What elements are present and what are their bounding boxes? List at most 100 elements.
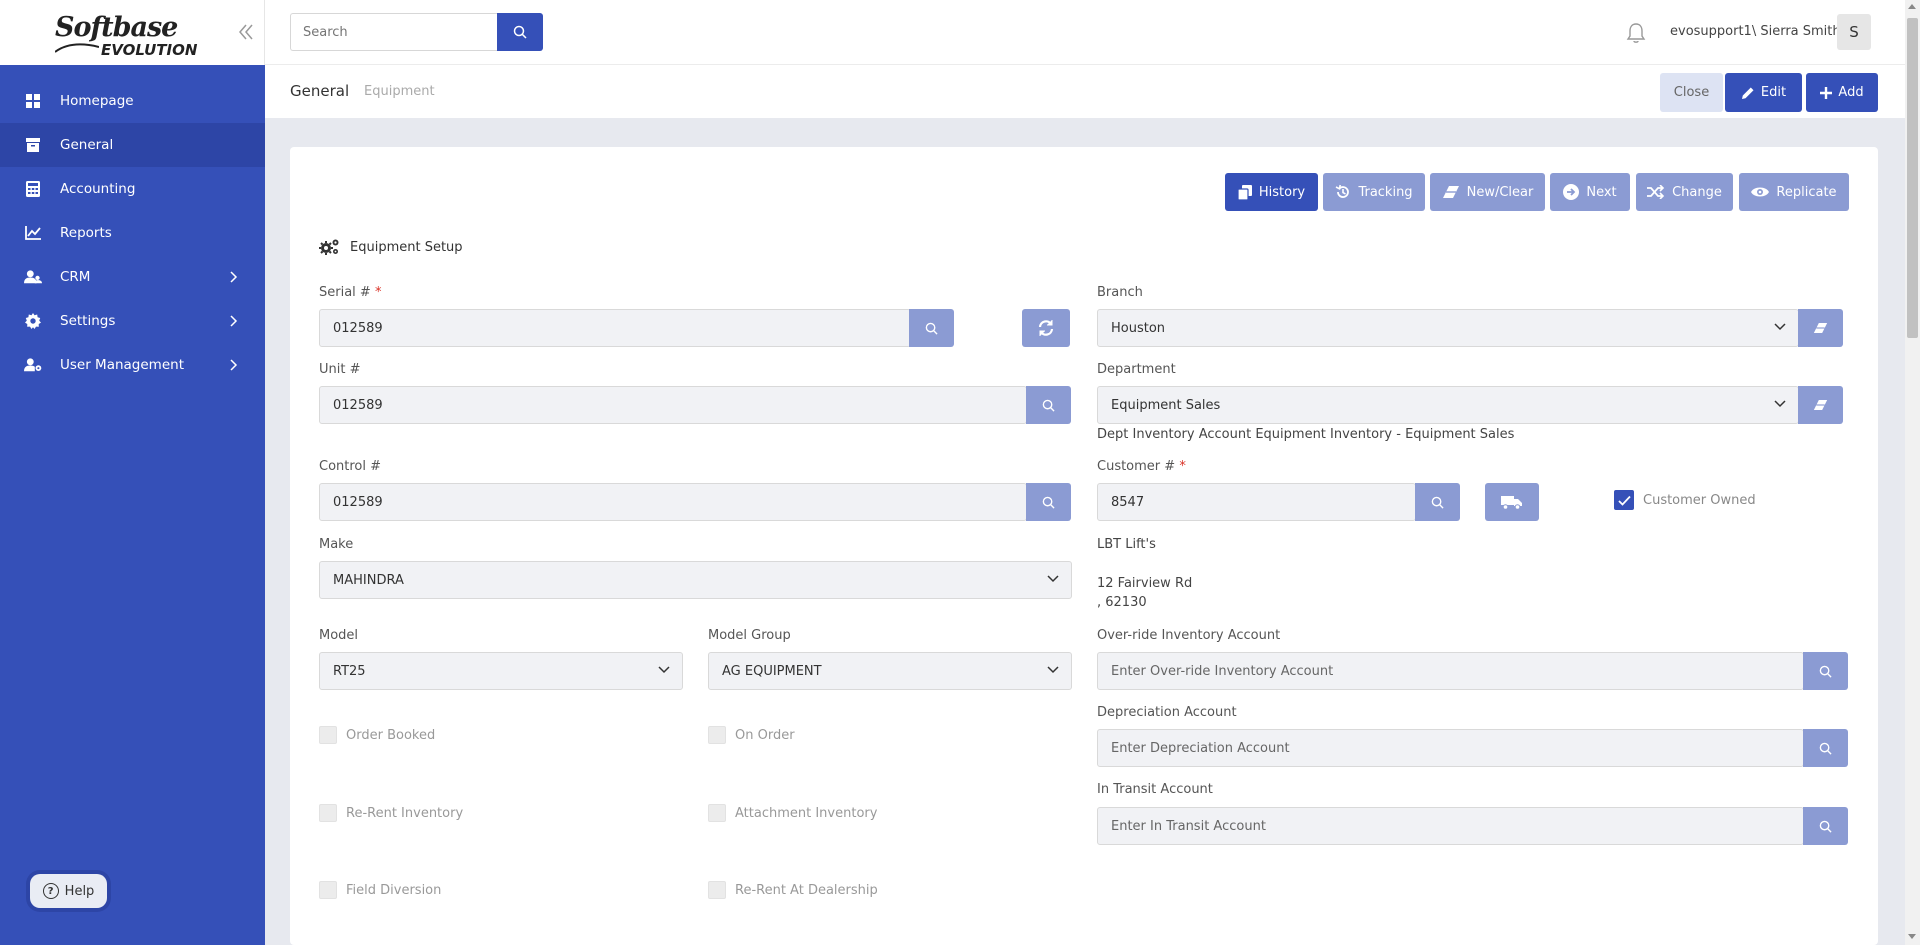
user-name[interactable]: evosupport1\ Sierra Smith — [1670, 24, 1841, 39]
make-select[interactable]: MAHINDRA — [319, 561, 1072, 599]
sidebar-item-label: Accounting — [60, 181, 136, 197]
model-group-value: AG EQUIPMENT — [722, 663, 822, 679]
logo-text-evolution: EVOLUTION — [101, 41, 198, 59]
control-value: 012589 — [333, 494, 383, 510]
tracking-button[interactable]: Tracking — [1323, 173, 1425, 211]
sidebar-item-homepage[interactable]: Homepage — [0, 79, 265, 123]
users-icon — [24, 268, 42, 286]
chevron-right-icon — [230, 359, 238, 371]
next-button[interactable]: Next — [1550, 173, 1630, 211]
search-button[interactable] — [497, 13, 543, 51]
search-icon — [1431, 496, 1444, 509]
chevron-down-icon — [1774, 323, 1786, 331]
on-order-checkbox[interactable]: On Order — [708, 726, 795, 744]
sidebar-nav: Homepage General Accounting Reports CRM — [0, 79, 265, 387]
sidebar-item-label: Settings — [60, 313, 116, 329]
sidebar-item-crm[interactable]: CRM — [0, 255, 265, 299]
dept-inventory-note: Dept Inventory Account Equipment Invento… — [1097, 427, 1515, 442]
make-label: Make — [319, 537, 354, 552]
customer-search-button[interactable] — [1415, 483, 1460, 521]
sidebar-item-settings[interactable]: Settings — [0, 299, 265, 343]
depreciation-search-button[interactable] — [1803, 729, 1848, 767]
re-rent-inventory-checkbox[interactable]: Re-Rent Inventory — [319, 804, 463, 822]
serial-label: Serial # * — [319, 285, 381, 300]
department-label: Department — [1097, 362, 1176, 377]
branch-select[interactable]: Houston — [1097, 309, 1799, 347]
help-button[interactable]: ? Help — [30, 874, 107, 908]
edit-button-label: Edit — [1760, 85, 1787, 100]
collapse-sidebar-icon[interactable] — [237, 22, 255, 42]
re-rent-at-dealership-checkbox[interactable]: Re-Rent At Dealership — [708, 881, 878, 899]
control-search-button[interactable] — [1026, 483, 1071, 521]
sidebar: Homepage General Accounting Reports CRM — [0, 0, 265, 945]
breadcrumb-general[interactable]: General — [290, 82, 349, 100]
override-inventory-placeholder: Enter Over-ride Inventory Account — [1111, 663, 1334, 679]
department-clear-button[interactable] — [1798, 386, 1843, 424]
override-inventory-label: Over-ride Inventory Account — [1097, 628, 1281, 643]
search-input[interactable] — [290, 13, 498, 51]
avatar[interactable]: S — [1837, 14, 1871, 50]
customer-owned-checkbox[interactable]: Customer Owned — [1614, 490, 1756, 510]
sidebar-item-user-management[interactable]: User Management — [0, 343, 265, 387]
new-clear-button[interactable]: New/Clear — [1430, 173, 1545, 211]
add-button[interactable]: Add — [1806, 73, 1878, 112]
customer-ship-button[interactable] — [1485, 483, 1539, 521]
depreciation-field[interactable]: Enter Depreciation Account — [1097, 729, 1804, 767]
checkbox-checked — [1614, 490, 1634, 510]
in-transit-placeholder: Enter In Transit Account — [1111, 818, 1266, 834]
history-icon — [1336, 184, 1350, 198]
chevron-down-icon — [1774, 400, 1786, 408]
replicate-button[interactable]: Replicate — [1739, 173, 1849, 211]
close-button[interactable]: Close — [1660, 73, 1723, 112]
order-booked-checkbox[interactable]: Order Booked — [319, 726, 435, 744]
customer-field[interactable]: 8547 — [1097, 483, 1416, 521]
attachment-inventory-checkbox[interactable]: Attachment Inventory — [708, 804, 877, 822]
override-inventory-search-button[interactable] — [1803, 652, 1848, 690]
department-value: Equipment Sales — [1111, 397, 1221, 413]
checkbox-box — [319, 881, 337, 899]
override-inventory-field[interactable]: Enter Over-ride Inventory Account — [1097, 652, 1804, 690]
in-transit-search-button[interactable] — [1803, 807, 1848, 845]
required-mark: * — [1179, 459, 1186, 474]
chevron-right-icon — [230, 315, 238, 327]
scroll-down-arrow-icon[interactable] — [1908, 934, 1916, 939]
sidebar-item-label: User Management — [60, 357, 184, 373]
branch-clear-button[interactable] — [1798, 309, 1843, 347]
bell-icon[interactable] — [1626, 22, 1646, 44]
sidebar-item-reports[interactable]: Reports — [0, 211, 265, 255]
required-mark: * — [374, 285, 382, 300]
checkbox-box — [708, 804, 726, 822]
section-title: Equipment Setup — [319, 238, 463, 256]
tracking-label: Tracking — [1358, 184, 1413, 200]
field-diversion-checkbox[interactable]: Field Diversion — [319, 881, 441, 899]
control-field[interactable]: 012589 — [319, 483, 1027, 521]
check-icon — [1617, 495, 1631, 506]
chevron-down-icon — [1047, 666, 1059, 674]
unit-search-button[interactable] — [1026, 386, 1071, 424]
in-transit-field[interactable]: Enter In Transit Account — [1097, 807, 1804, 845]
cogs-icon — [319, 239, 339, 255]
change-button[interactable]: Change — [1636, 173, 1733, 211]
sidebar-item-label: CRM — [60, 269, 91, 285]
scroll-up-arrow-icon[interactable] — [1908, 4, 1916, 9]
help-label: Help — [64, 883, 95, 899]
search-icon — [1819, 820, 1832, 833]
department-select[interactable]: Equipment Sales — [1097, 386, 1799, 424]
serial-search-button[interactable] — [909, 309, 954, 347]
refresh-button[interactable] — [1022, 309, 1070, 347]
plus-icon — [1820, 86, 1833, 99]
sidebar-item-accounting[interactable]: Accounting — [0, 167, 265, 211]
edit-button[interactable]: Edit — [1725, 73, 1802, 112]
sidebar-item-general[interactable]: General — [0, 123, 265, 167]
customer-address-line1: 12 Fairview Rd — [1097, 576, 1193, 591]
model-select[interactable]: RT25 — [319, 652, 683, 690]
new-clear-label: New/Clear — [1466, 184, 1534, 200]
re-rent-at-dealership-label: Re-Rent At Dealership — [735, 882, 878, 898]
page-header: General Equipment Close Edit Add — [265, 65, 1905, 118]
history-button[interactable]: History — [1225, 173, 1318, 211]
scrollbar-thumb[interactable] — [1907, 18, 1918, 338]
unit-field[interactable]: 012589 — [319, 386, 1027, 424]
model-group-select[interactable]: AG EQUIPMENT — [708, 652, 1072, 690]
serial-label-text: Serial # — [319, 285, 371, 300]
serial-field[interactable]: 012589 — [319, 309, 911, 347]
